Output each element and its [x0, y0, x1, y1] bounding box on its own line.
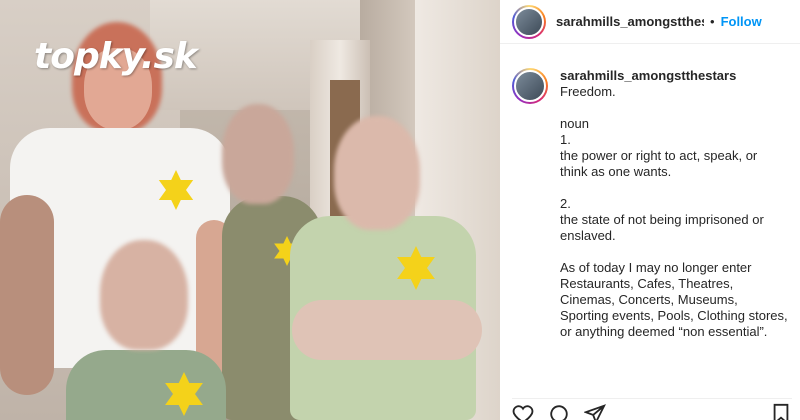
watermark-logo: topky.sk [34, 36, 198, 77]
separator-dot: • [710, 14, 715, 29]
post-header: sarahmills_amongstthes • Follow [500, 0, 800, 44]
follow-button[interactable]: Follow [721, 14, 762, 29]
action-spacer [620, 403, 756, 420]
post-photo[interactable]: topky.sk [0, 0, 500, 420]
caption-text: Freedom. noun 1. the power or right to a… [560, 84, 788, 339]
bookmark-icon[interactable] [770, 403, 792, 420]
action-bar [512, 398, 792, 420]
post-caption-block: sarahmills_amongstthestars Freedom. noun… [500, 44, 800, 340]
share-icon[interactable] [583, 403, 606, 420]
comment-icon[interactable] [548, 403, 570, 420]
avatar[interactable] [512, 68, 548, 104]
post-sidebar: sarahmills_amongstthes • Follow sarahmil… [500, 0, 800, 420]
header-username[interactable]: sarahmills_amongstthes [556, 14, 704, 29]
avatar[interactable] [512, 4, 546, 39]
heart-icon[interactable] [512, 403, 534, 420]
caption: sarahmills_amongstthestars Freedom. noun… [560, 68, 788, 340]
caption-username[interactable]: sarahmills_amongstthestars [560, 68, 788, 84]
